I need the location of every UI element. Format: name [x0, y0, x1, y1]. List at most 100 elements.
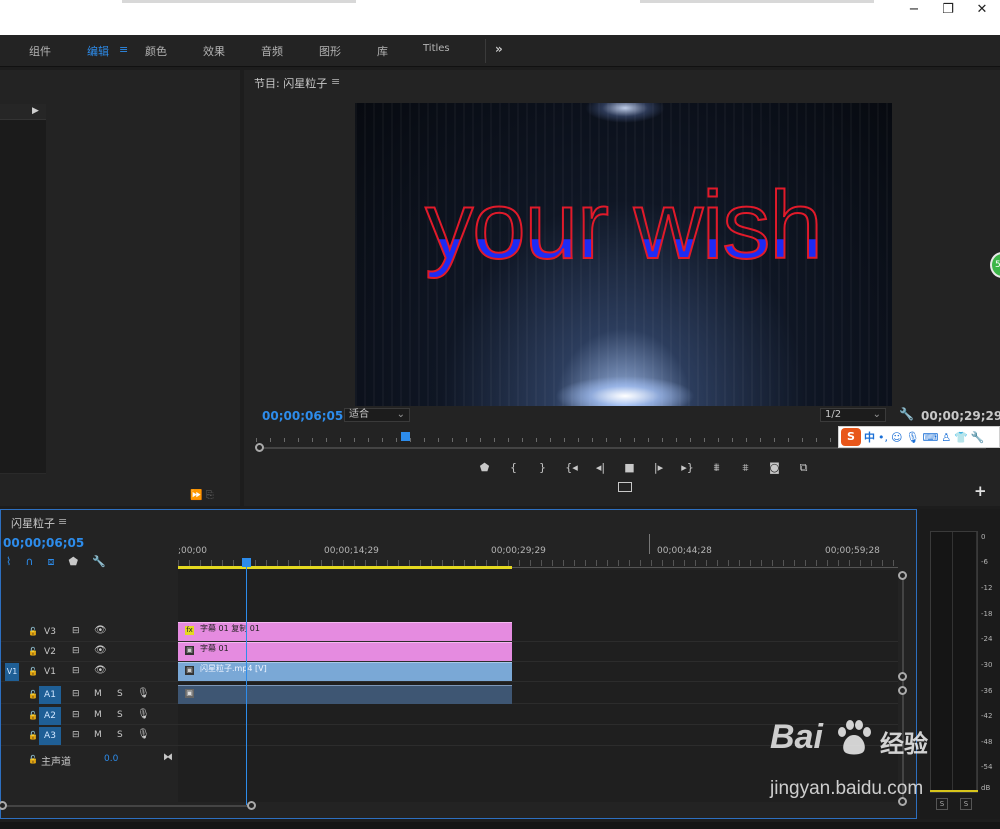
lock-icon[interactable]: 🔓: [28, 647, 38, 656]
microphone-icon[interactable]: 🎙: [137, 688, 150, 699]
timeline-menu-icon[interactable]: ≡: [58, 515, 67, 528]
work-area-bar[interactable]: [178, 566, 512, 569]
punctuation-icon[interactable]: •,: [878, 431, 888, 444]
zoom-handle[interactable]: [247, 801, 256, 810]
tab-audio[interactable]: 音频: [261, 43, 283, 59]
mute-button[interactable]: M: [94, 689, 102, 699]
step-forward-icon[interactable]: |▸: [644, 461, 673, 475]
stop-icon[interactable]: ■: [615, 461, 644, 475]
export-frame-icon[interactable]: ◙: [760, 461, 789, 475]
tab-menu-icon[interactable]: ≡: [119, 43, 128, 56]
clip-video[interactable]: ▣ 闪星粒子.mp4 [V]: [178, 662, 512, 681]
microphone-icon[interactable]: 🎙: [905, 431, 919, 444]
sync-lock-icon[interactable]: ⊟: [72, 689, 80, 699]
lock-icon[interactable]: 🔓: [28, 667, 38, 676]
sequence-title[interactable]: 闪星粒子: [11, 515, 55, 531]
tab-color[interactable]: 颜色: [145, 43, 167, 59]
minimize-button[interactable]: −: [896, 0, 932, 18]
add-marker-icon[interactable]: ⬟: [68, 555, 78, 569]
track-name[interactable]: A1: [39, 686, 61, 704]
track-name[interactable]: V1: [39, 663, 61, 681]
program-menu-icon[interactable]: ≡: [331, 75, 340, 88]
solo-button[interactable]: S: [117, 730, 123, 740]
expand-arrow-icon[interactable]: ▶: [32, 106, 39, 116]
tab-graphics[interactable]: 图形: [319, 43, 341, 59]
sync-lock-icon[interactable]: ⊟: [72, 626, 80, 636]
eye-icon[interactable]: 👁: [94, 625, 107, 636]
timeline-settings-icon[interactable]: 🔧: [92, 555, 106, 569]
solo-button[interactable]: S: [117, 710, 123, 720]
step-back-icon[interactable]: ◂|: [586, 461, 615, 475]
lock-icon[interactable]: 🔓: [28, 690, 38, 699]
close-button[interactable]: ✕: [964, 0, 1000, 18]
clip-title-copy[interactable]: fx 字幕 01 复制 01: [178, 622, 512, 641]
tools-icon[interactable]: 🔧: [971, 431, 985, 444]
linked-selection-icon[interactable]: ⧈: [47, 555, 54, 569]
mark-in-icon[interactable]: {: [499, 461, 528, 475]
mute-button[interactable]: M: [94, 710, 102, 720]
skin-icon[interactable]: 👕: [954, 431, 968, 444]
horizontal-scrollbar[interactable]: [5, 805, 250, 807]
sync-lock-icon[interactable]: ⊟: [72, 666, 80, 676]
solo-button[interactable]: S: [117, 689, 123, 699]
scroll-handle[interactable]: [898, 686, 907, 695]
lock-icon[interactable]: 🔓: [28, 711, 38, 720]
tab-titles[interactable]: Titles: [423, 43, 450, 54]
sync-lock-icon[interactable]: ⊟: [72, 730, 80, 740]
sogou-logo-icon[interactable]: S: [841, 428, 861, 446]
track-name[interactable]: V3: [39, 623, 61, 641]
user-icon[interactable]: ♙: [941, 431, 951, 444]
tab-assembly[interactable]: 组件: [29, 43, 51, 59]
emoji-icon[interactable]: ☺: [891, 431, 902, 444]
clip-audio[interactable]: ▣: [178, 685, 512, 704]
snap-icon[interactable]: ∩: [25, 555, 33, 569]
lift-icon[interactable]: ⩩: [702, 461, 731, 475]
track-name[interactable]: V2: [39, 643, 61, 661]
eye-icon[interactable]: 👁: [94, 665, 107, 676]
nest-toggle-icon[interactable]: ⌇: [6, 555, 11, 569]
extract-icon[interactable]: ⩨: [731, 461, 760, 475]
sync-lock-icon[interactable]: ⊟: [72, 646, 80, 656]
lock-icon[interactable]: 🔓: [28, 627, 38, 636]
timeline-timecode[interactable]: 00;00;06;05: [3, 536, 84, 550]
tab-effects[interactable]: 效果: [203, 43, 225, 59]
monitor-playhead[interactable]: [401, 432, 410, 441]
button-editor-icon[interactable]: +: [974, 482, 987, 500]
tab-editing[interactable]: 编辑: [87, 43, 109, 59]
zoom-handle[interactable]: [255, 443, 264, 452]
microphone-icon[interactable]: 🎙: [137, 709, 150, 720]
eye-icon[interactable]: 👁: [94, 645, 107, 656]
track-name[interactable]: A2: [39, 707, 61, 725]
clip-title[interactable]: ▣ 字幕 01: [178, 642, 512, 661]
safe-margins-icon[interactable]: [618, 482, 632, 492]
resolution-dropdown[interactable]: 1/2 ⌄: [820, 408, 886, 422]
track-name[interactable]: A3: [39, 727, 61, 745]
settings-wrench-icon[interactable]: 🔧: [899, 407, 914, 421]
tab-libraries[interactable]: 库: [377, 43, 388, 59]
ime-language-toggle[interactable]: 中: [864, 429, 875, 445]
go-to-out-icon[interactable]: ▸}: [673, 461, 702, 475]
program-monitor-title[interactable]: 节目: 闪星粒子: [254, 75, 327, 91]
master-volume-value[interactable]: 0.0: [104, 754, 118, 764]
status-strip: [0, 822, 1000, 829]
marker-icon[interactable]: ⬟: [470, 461, 499, 475]
go-to-end-icon[interactable]: ⧓: [163, 752, 173, 763]
scroll-handle[interactable]: [898, 571, 907, 580]
compare-icon[interactable]: ⧉: [789, 461, 818, 475]
zoom-handle[interactable]: [0, 801, 7, 810]
source-patch[interactable]: V1: [5, 663, 19, 681]
scroll-handle[interactable]: [898, 672, 907, 681]
sync-lock-icon[interactable]: ⊟: [72, 710, 80, 720]
mute-button[interactable]: M: [94, 730, 102, 740]
lock-icon[interactable]: 🔓: [28, 755, 38, 764]
more-workspaces-icon[interactable]: »: [495, 42, 503, 56]
lock-icon[interactable]: 🔓: [28, 731, 38, 740]
panel-footer-icons[interactable]: ⏩ ⎘: [190, 490, 214, 501]
mark-out-icon[interactable]: }: [528, 461, 557, 475]
microphone-icon[interactable]: 🎙: [137, 729, 150, 740]
keyboard-icon[interactable]: ⌨: [922, 431, 938, 444]
fit-dropdown[interactable]: 适合 ⌄: [344, 408, 410, 422]
restore-button[interactable]: ❐: [930, 0, 966, 18]
playhead-timecode[interactable]: 00;00;06;05: [262, 409, 343, 423]
go-to-in-icon[interactable]: {◂: [557, 461, 586, 475]
